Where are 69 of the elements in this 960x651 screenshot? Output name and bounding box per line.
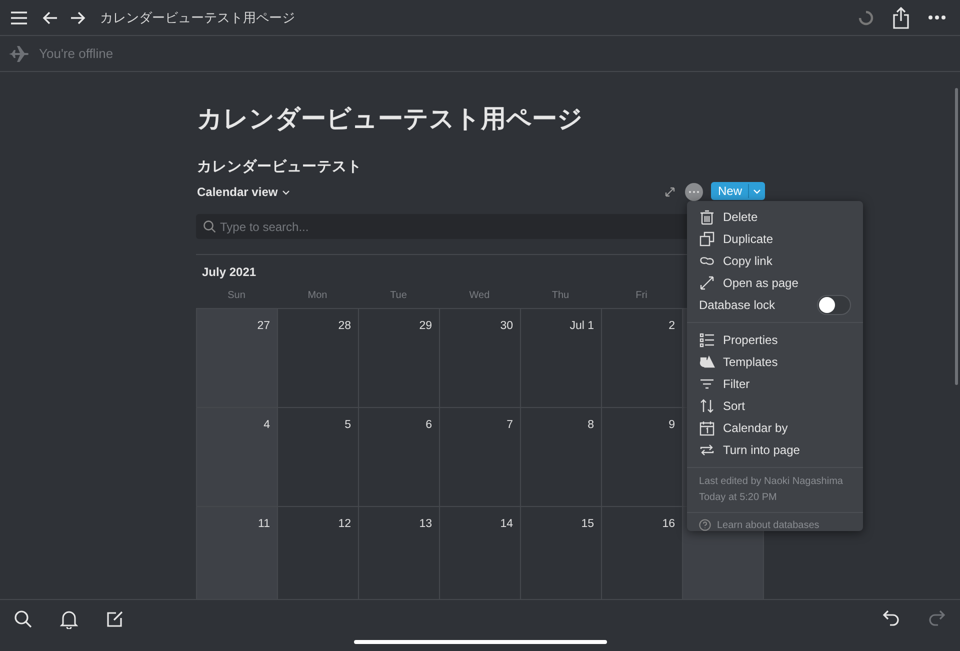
menu-item-label: Open as page <box>723 276 798 290</box>
menu-item-label: Sort <box>723 399 746 413</box>
page-heading: カレンダービューテスト用ページ <box>197 104 584 135</box>
sort-icon <box>699 398 715 414</box>
menu-item-label: Copy link <box>723 254 772 268</box>
expand-arrow-icon <box>699 275 715 291</box>
menu-item[interactable]: Filter <box>687 373 863 395</box>
toggle-switch[interactable] <box>817 295 851 315</box>
day-cell[interactable]: 9 <box>602 408 683 507</box>
offline-status: You're offline <box>39 46 114 61</box>
bell-icon[interactable] <box>60 610 78 629</box>
more-icon[interactable] <box>928 15 946 20</box>
last-edited-text: Last edited by Naoki Nagashima <box>698 475 844 489</box>
weekday-label: Thu <box>550 290 570 303</box>
swap-arrows-icon <box>699 442 715 458</box>
caret-icon <box>282 190 290 194</box>
month-label: July 2021 <box>202 265 256 279</box>
menu-item-label: Templates <box>723 355 778 369</box>
menu-item[interactable]: Open as page <box>687 272 863 294</box>
day-cell[interactable]: 4 <box>197 408 278 507</box>
loading-spinner-icon <box>858 10 874 26</box>
weekday-label: Wed <box>468 290 491 303</box>
edited-time: Today at 5:20 PM <box>698 491 778 505</box>
caret-icon[interactable] <box>753 188 762 194</box>
list-icon <box>699 332 715 348</box>
search-icon[interactable] <box>14 610 32 628</box>
day-cell[interactable]: 27 <box>197 309 278 408</box>
compose-icon[interactable] <box>106 610 124 628</box>
day-cell[interactable]: 29 <box>359 309 440 408</box>
day-cell[interactable]: 5 <box>278 408 359 507</box>
day-cell[interactable]: 6 <box>359 408 440 507</box>
view-selector[interactable]: Calendar view <box>196 185 290 199</box>
menu-item-label: Database lock <box>699 298 776 312</box>
help-icon <box>699 519 711 531</box>
database-title: カレンダービューテスト <box>197 158 363 177</box>
weekday-label: Sun <box>226 290 246 303</box>
forward-arrow-icon[interactable] <box>70 10 86 24</box>
day-cell[interactable]: 8 <box>521 408 602 507</box>
weekday-label: Tue <box>389 290 408 303</box>
trash-icon <box>699 209 715 225</box>
menu-item[interactable]: Sort <box>687 395 863 417</box>
menu-item-label: Properties <box>723 333 778 347</box>
calendar-icon <box>699 420 715 436</box>
menu-item[interactable]: Properties <box>687 329 863 351</box>
day-cell[interactable]: 11 <box>197 507 278 599</box>
menu-icon[interactable] <box>10 10 28 24</box>
day-cell[interactable]: 7 <box>440 408 521 507</box>
menu-item[interactable]: Turn into page <box>687 439 863 461</box>
share-icon[interactable] <box>892 6 910 28</box>
menu-item-label: Turn into page <box>723 443 800 457</box>
menu-item-label: Calendar by <box>723 421 788 435</box>
menu-item[interactable]: Templates <box>687 351 863 373</box>
day-cell[interactable]: 2 <box>602 309 683 408</box>
weekday-label: Fri <box>634 290 648 303</box>
expand-icon[interactable] <box>665 187 675 197</box>
more-icon[interactable] <box>685 183 703 201</box>
back-arrow-icon[interactable] <box>42 10 58 24</box>
shapes-icon <box>699 354 715 370</box>
day-cell[interactable]: 30 <box>440 309 521 408</box>
menu-item-label: Filter <box>723 377 750 391</box>
weekday-label: Mon <box>306 290 328 303</box>
day-cell[interactable]: 28 <box>278 309 359 408</box>
page-title: カレンダービューテスト用ページ <box>100 8 295 26</box>
airplane-icon <box>8 44 30 62</box>
undo-icon[interactable] <box>882 610 900 626</box>
duplicate-icon <box>699 231 715 247</box>
day-cell[interactable]: Jul 1 <box>521 309 602 408</box>
menu-item[interactable]: Calendar by <box>687 417 863 439</box>
menu-item[interactable]: Copy link <box>687 250 863 272</box>
